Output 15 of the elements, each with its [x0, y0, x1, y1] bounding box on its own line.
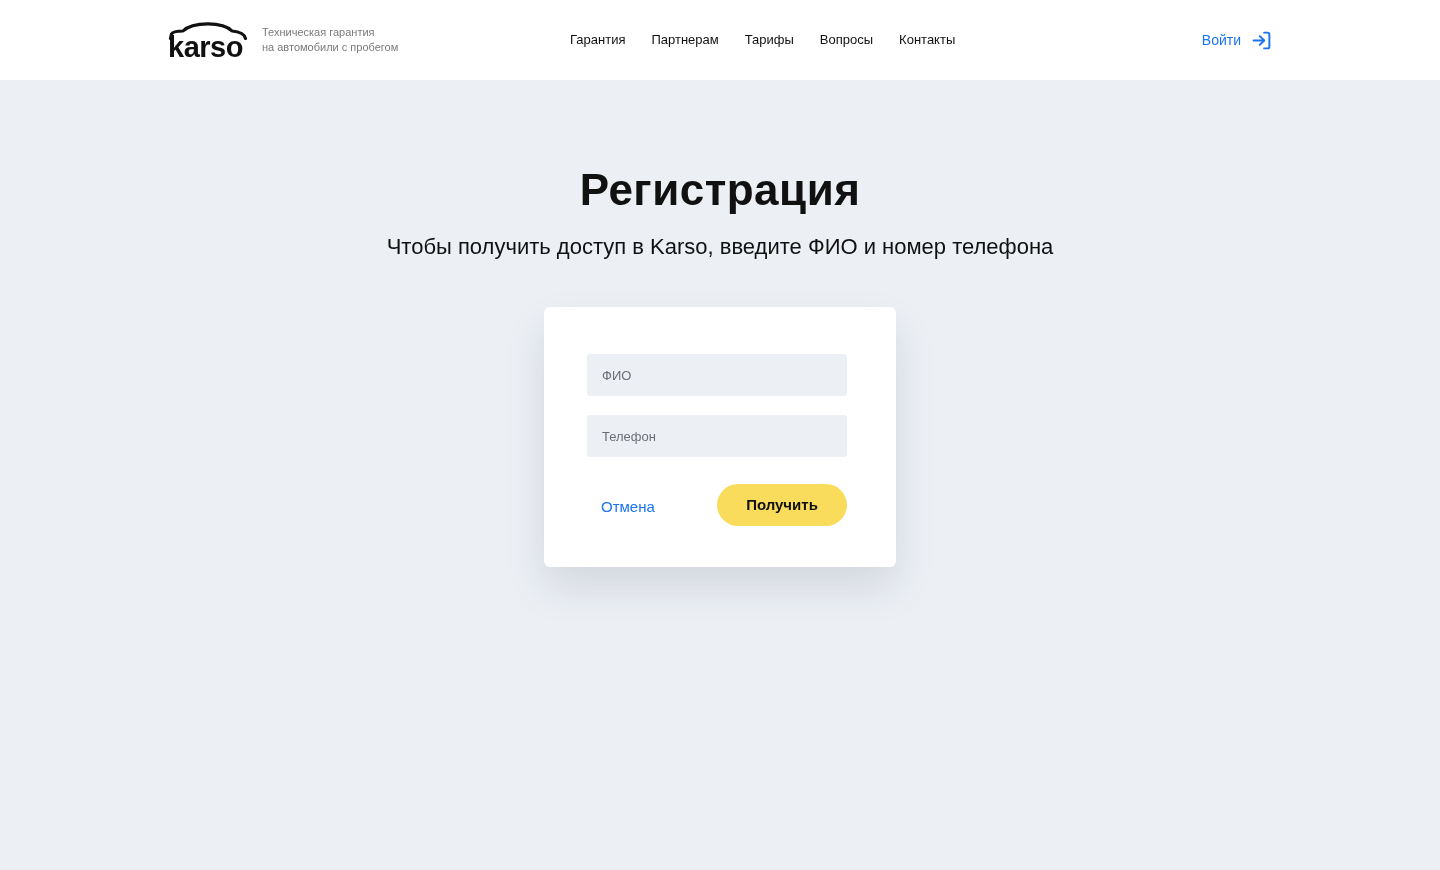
- page-title: Регистрация: [579, 164, 861, 216]
- nav-link[interactable]: Партнерам: [651, 30, 719, 50]
- login-icon: [1251, 29, 1272, 51]
- nav-link[interactable]: Контакты: [899, 30, 956, 50]
- nav-link[interactable]: Тарифы: [744, 30, 794, 50]
- nav-link[interactable]: Гарантия: [570, 30, 626, 50]
- input-field[interactable]: Телефон: [587, 415, 847, 457]
- nav-link[interactable]: Вопросы: [819, 30, 874, 50]
- submit-button[interactable]: Получить: [717, 484, 847, 526]
- input-field[interactable]: ФИО: [587, 354, 847, 396]
- page-subtitle: Чтобы получить доступ в Karso, введите ФИО и номер телефона: [386, 233, 1054, 261]
- login-link[interactable]: Войти: [1201, 29, 1272, 51]
- cancel-link[interactable]: Отмена: [601, 495, 655, 519]
- logo[interactable]: karso: [168, 22, 248, 58]
- tagline: Техническая гарантия на автомобили с пробегом: [262, 25, 399, 55]
